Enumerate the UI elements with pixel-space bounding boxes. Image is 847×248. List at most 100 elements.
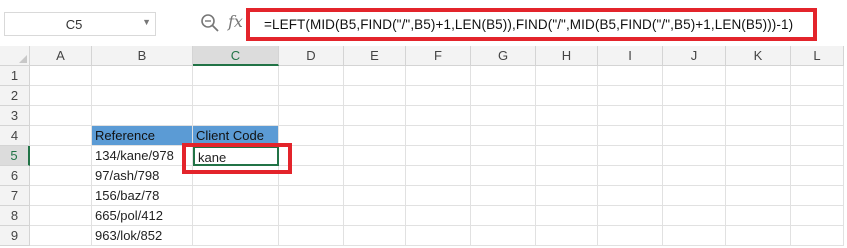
cell-k2[interactable] — [726, 86, 791, 106]
cell-f9[interactable] — [406, 226, 471, 246]
cell-f8[interactable] — [406, 206, 471, 226]
cell-e8[interactable] — [344, 206, 406, 226]
row-header-9[interactable]: 9 — [0, 226, 30, 246]
select-all-corner[interactable] — [0, 46, 30, 66]
cell-a9[interactable] — [30, 226, 92, 246]
cell-j6[interactable] — [663, 166, 726, 186]
cell-a6[interactable] — [30, 166, 92, 186]
cell-h3[interactable] — [536, 106, 598, 126]
cell-k9[interactable] — [726, 226, 791, 246]
cell-f7[interactable] — [406, 186, 471, 206]
cell-k5[interactable] — [726, 146, 791, 166]
cell-k8[interactable] — [726, 206, 791, 226]
cell-b1[interactable] — [92, 66, 193, 86]
cell-j1[interactable] — [663, 66, 726, 86]
cell-e1[interactable] — [344, 66, 406, 86]
cell-l6[interactable] — [791, 166, 844, 186]
row-header-1[interactable]: 1 — [0, 66, 30, 86]
cell-j7[interactable] — [663, 186, 726, 206]
cell-g3[interactable] — [471, 106, 536, 126]
cell-l5[interactable] — [791, 146, 844, 166]
cell-b3[interactable] — [92, 106, 193, 126]
cell-g8[interactable] — [471, 206, 536, 226]
column-header-h[interactable]: H — [536, 46, 598, 66]
chevron-down-icon[interactable]: ▼ — [142, 17, 151, 27]
cell-h5[interactable] — [536, 146, 598, 166]
cell-b9[interactable]: 963/lok/852 — [92, 226, 193, 246]
cell-l1[interactable] — [791, 66, 844, 86]
cell-i1[interactable] — [598, 66, 663, 86]
cell-a7[interactable] — [30, 186, 92, 206]
column-header-k[interactable]: K — [726, 46, 791, 66]
cell-e3[interactable] — [344, 106, 406, 126]
row-header-8[interactable]: 8 — [0, 206, 30, 226]
cell-f5[interactable] — [406, 146, 471, 166]
cell-c4[interactable]: Client Code — [193, 126, 279, 146]
cell-c3[interactable] — [193, 106, 279, 126]
cell-c2[interactable] — [193, 86, 279, 106]
cell-e2[interactable] — [344, 86, 406, 106]
cell-h9[interactable] — [536, 226, 598, 246]
cell-e6[interactable] — [344, 166, 406, 186]
cell-a1[interactable] — [30, 66, 92, 86]
cell-b8[interactable]: 665/pol/412 — [92, 206, 193, 226]
cell-d7[interactable] — [279, 186, 344, 206]
cell-d9[interactable] — [279, 226, 344, 246]
cell-e5[interactable] — [344, 146, 406, 166]
cell-i7[interactable] — [598, 186, 663, 206]
cell-i2[interactable] — [598, 86, 663, 106]
cell-d4[interactable] — [279, 126, 344, 146]
row-header-2[interactable]: 2 — [0, 86, 30, 106]
cell-e9[interactable] — [344, 226, 406, 246]
cell-d2[interactable] — [279, 86, 344, 106]
cell-b7[interactable]: 156/baz/78 — [92, 186, 193, 206]
cell-j9[interactable] — [663, 226, 726, 246]
cell-e7[interactable] — [344, 186, 406, 206]
name-box[interactable]: C5 ▼ — [4, 12, 156, 36]
cell-g7[interactable] — [471, 186, 536, 206]
cell-a3[interactable] — [30, 106, 92, 126]
cell-h4[interactable] — [536, 126, 598, 146]
cell-h8[interactable] — [536, 206, 598, 226]
column-header-c[interactable]: C — [193, 46, 279, 66]
row-header-6[interactable]: 6 — [0, 166, 30, 186]
row-header-4[interactable]: 4 — [0, 126, 30, 146]
cell-g9[interactable] — [471, 226, 536, 246]
cell-g1[interactable] — [471, 66, 536, 86]
column-header-f[interactable]: F — [406, 46, 471, 66]
cell-h6[interactable] — [536, 166, 598, 186]
cell-b4[interactable]: Reference — [92, 126, 193, 146]
cell-f1[interactable] — [406, 66, 471, 86]
cell-h7[interactable] — [536, 186, 598, 206]
cell-j8[interactable] — [663, 206, 726, 226]
cell-f3[interactable] — [406, 106, 471, 126]
cell-c6[interactable] — [193, 166, 279, 186]
cell-l9[interactable] — [791, 226, 844, 246]
cell-i4[interactable] — [598, 126, 663, 146]
cell-d5[interactable] — [279, 146, 344, 166]
cell-b5[interactable]: 134/kane/978 — [92, 146, 193, 166]
column-header-a[interactable]: A — [30, 46, 92, 66]
column-header-j[interactable]: J — [663, 46, 726, 66]
cell-i9[interactable] — [598, 226, 663, 246]
cell-c8[interactable] — [193, 206, 279, 226]
cell-i5[interactable] — [598, 146, 663, 166]
column-header-i[interactable]: I — [598, 46, 663, 66]
cell-i6[interactable] — [598, 166, 663, 186]
cell-g4[interactable] — [471, 126, 536, 146]
cell-e4[interactable] — [344, 126, 406, 146]
cell-a2[interactable] — [30, 86, 92, 106]
cell-d8[interactable] — [279, 206, 344, 226]
cell-g2[interactable] — [471, 86, 536, 106]
cell-k4[interactable] — [726, 126, 791, 146]
cell-i3[interactable] — [598, 106, 663, 126]
cell-c5[interactable]: kane — [193, 146, 279, 166]
cell-f4[interactable] — [406, 126, 471, 146]
cell-c9[interactable] — [193, 226, 279, 246]
cell-j5[interactable] — [663, 146, 726, 166]
cell-l7[interactable] — [791, 186, 844, 206]
cell-a8[interactable] — [30, 206, 92, 226]
column-header-l[interactable]: L — [791, 46, 844, 66]
column-header-b[interactable]: B — [92, 46, 193, 66]
cell-k1[interactable] — [726, 66, 791, 86]
